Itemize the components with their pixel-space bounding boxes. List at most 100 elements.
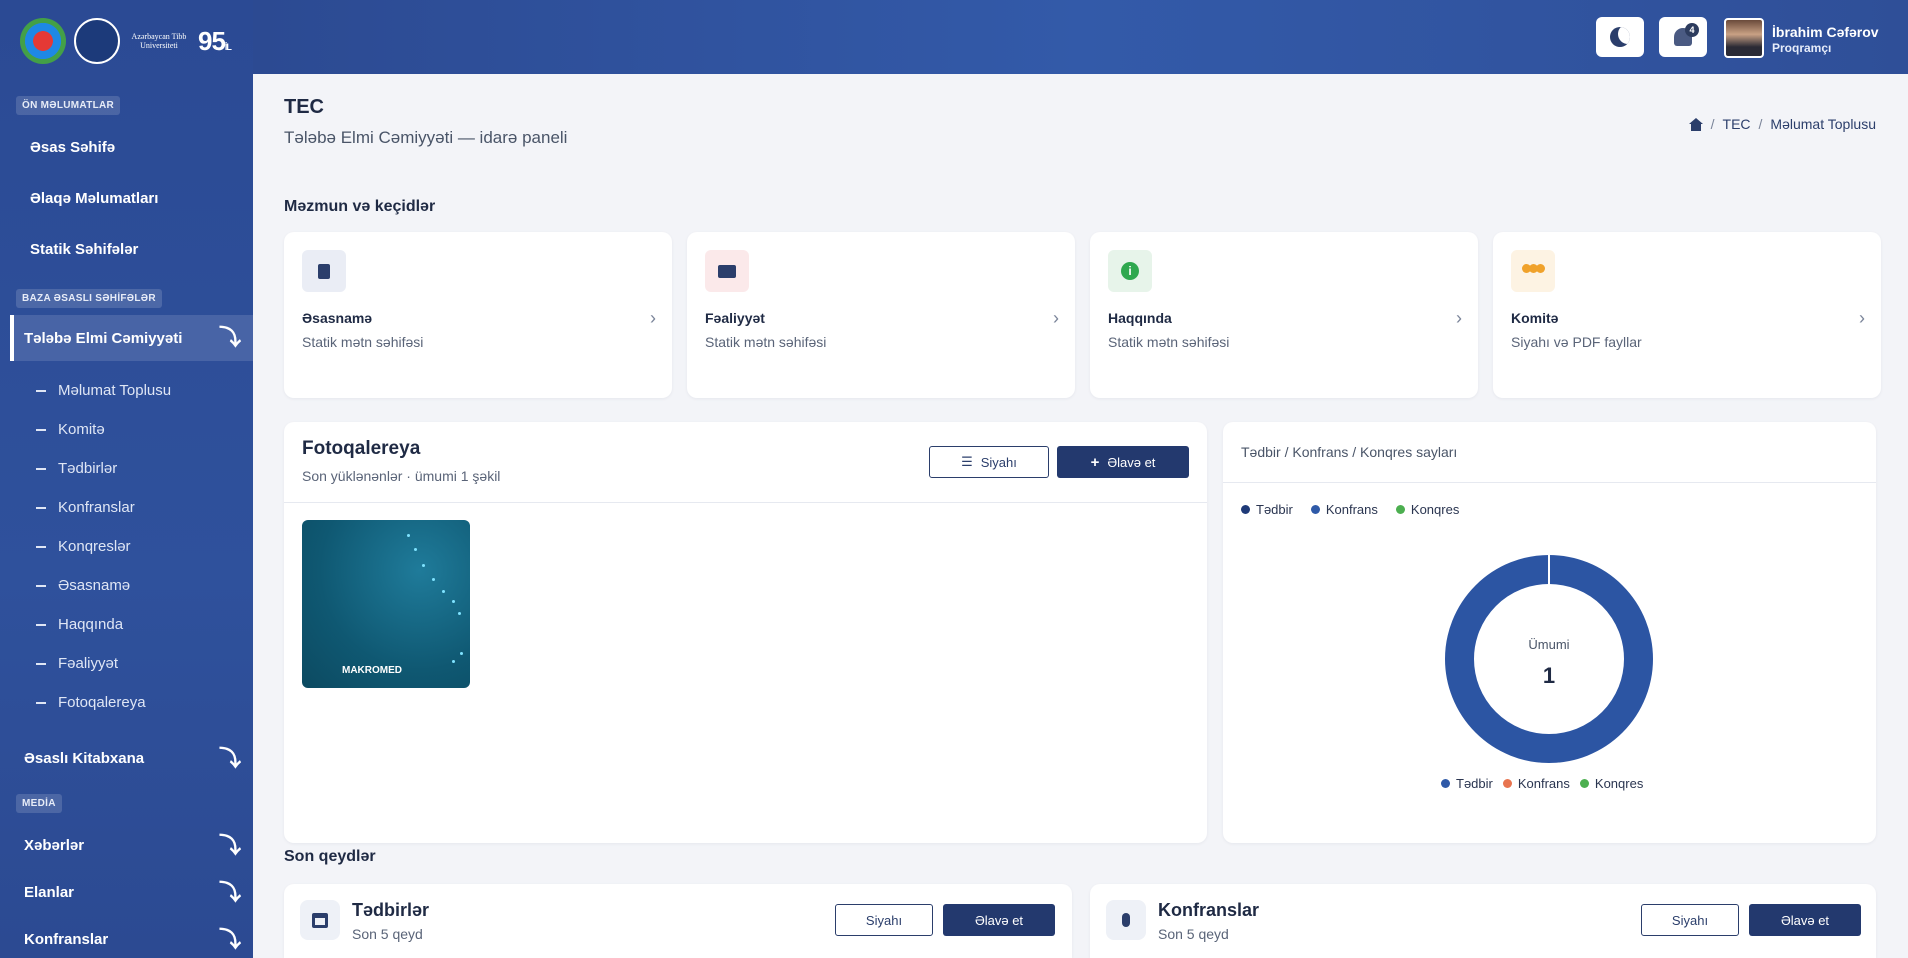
thumbnail-watermark: MAKROMED	[342, 665, 402, 676]
section-label-media: MEDİA	[16, 794, 62, 813]
sidebar-subitem-congresses[interactable]: Konqreslər	[36, 538, 131, 555]
chart-title: Tədbir / Konfrans / Konqres sayları	[1241, 444, 1458, 460]
sidebar-subitem-committee[interactable]: Komitə	[36, 421, 105, 438]
conferences-add-button[interactable]: Əlavə et	[1749, 904, 1861, 936]
sidebar-item-news[interactable]: Xəbərlər ⤵	[24, 835, 253, 857]
section-label-info: ÖN MƏLUMATLAR	[16, 96, 121, 115]
expand-arrow-icon[interactable]: ⤵	[219, 327, 241, 349]
legend-item-0[interactable]: Tədbir	[1441, 776, 1493, 791]
plus-icon: +	[1090, 453, 1100, 471]
legend-label: Konfrans	[1325, 502, 1378, 517]
microphone-icon	[1106, 900, 1146, 940]
sidebar-item-contact[interactable]: Əlaqə Məlumatları	[30, 190, 158, 207]
document-icon	[302, 250, 346, 292]
list-icon: ☰	[961, 454, 973, 469]
legend-item-2[interactable]: Konqres	[1395, 502, 1460, 517]
theme-toggle-button[interactable]	[1596, 17, 1644, 57]
breadcrumb-current: Məlumat Toplusu	[1770, 116, 1876, 132]
gallery-subtitle: Son yüklənənlər · ümumi 1 şəkil	[302, 468, 501, 484]
gallery-card: Fotoqalereya Son yüklənənlər · ümumi 1 ş…	[284, 422, 1207, 843]
expand-arrow-icon[interactable]: ⤵	[219, 882, 241, 904]
expand-arrow-icon[interactable]: ⤵	[219, 929, 241, 951]
legend-label: Tədbir	[1456, 776, 1493, 791]
chart-legend-bottom: Tədbir Konfrans Konqres	[1441, 776, 1643, 791]
user-name[interactable]: İbrahim Cəfərov	[1772, 24, 1879, 40]
stats-chart-card: Tədbir / Konfrans / Konqres sayları Tədb…	[1223, 422, 1876, 843]
breadcrumb: / TEC / Məlumat Toplusu	[1688, 116, 1876, 132]
chevron-right-icon: ›	[1456, 308, 1462, 328]
azerbaijan-emblem-icon	[20, 18, 66, 64]
chevron-right-icon: ›	[650, 308, 656, 328]
link-card-committee[interactable]: Komitə Siyahı və PDF fayllar ›	[1493, 232, 1881, 398]
logo[interactable]: Azərbaycan Tibb Universiteti 95İL	[20, 18, 232, 64]
sidebar-item-static-pages[interactable]: Statik Səhifələr	[30, 241, 138, 258]
link-card-about[interactable]: i Haqqında Statik mətn səhifəsi ›	[1090, 232, 1478, 398]
events-add-button[interactable]: Əlavə et	[943, 904, 1055, 936]
legend-item-2[interactable]: Konqres	[1579, 776, 1644, 791]
donut-slice-0[interactable]	[1445, 555, 1653, 763]
gallery-thumbnail[interactable]: MAKROMED	[302, 520, 470, 688]
university-seal-icon	[74, 18, 120, 64]
sidebar-subitem-events[interactable]: Tədbirlər	[36, 460, 117, 477]
sidebar-item-media-conferences[interactable]: Konfranslar ⤵	[24, 929, 253, 951]
info-icon: i	[1108, 250, 1152, 292]
sidebar-subitem-conferences[interactable]: Konfranslar	[36, 499, 135, 516]
users-icon	[1511, 250, 1555, 292]
recent-card-conferences: Konfranslar Son 5 qeyd Siyahı Əlavə et	[1090, 884, 1876, 958]
notifications-button[interactable]: 4	[1659, 17, 1707, 57]
recent-card-events: Tədbirlər Son 5 qeyd Siyahı Əlavə et	[284, 884, 1072, 958]
expand-arrow-icon[interactable]: ⤵	[219, 835, 241, 857]
conferences-list-button[interactable]: Siyahı	[1641, 904, 1739, 936]
user-role: Proqramçı	[1772, 41, 1832, 55]
gallery-list-button[interactable]: ☰ Siyahı	[929, 446, 1049, 478]
legend-item-1[interactable]: Konfrans	[1502, 776, 1570, 791]
section-label-db-pages: BAZA ƏSASLI SƏHİFƏLƏR	[16, 289, 162, 308]
chevron-right-icon: ›	[1053, 308, 1059, 328]
legend-swatch	[1441, 779, 1450, 788]
legend-swatch	[1395, 505, 1405, 514]
recent-section-title: Son qeydlər	[284, 848, 376, 865]
sidebar-item-announcements[interactable]: Elanlar ⤵	[24, 882, 253, 904]
legend-label: Tədbir	[1256, 502, 1293, 517]
sidebar-item-tec-label: Tələbə Elmi Cəmiyyəti	[24, 329, 183, 347]
donut-center-label: Ümumi	[1528, 637, 1569, 652]
sidebar-item-library[interactable]: Əsaslı Kitabxana ⤵	[24, 748, 253, 770]
legend-label: Konqres	[1410, 502, 1460, 517]
sidebar-item-tec[interactable]: Tələbə Elmi Cəmiyyəti ⤵	[10, 315, 253, 361]
logo-anniversary: 95İL	[198, 25, 232, 56]
sidebar-item-home[interactable]: Əsas Səhifə	[30, 139, 115, 156]
calendar-icon	[300, 900, 340, 940]
chart-legend-top: Tədbir Konfrans Konqres	[1241, 502, 1459, 517]
gallery-add-button[interactable]: + Əlavə et	[1057, 446, 1189, 478]
legend-label: Konqres	[1594, 776, 1644, 791]
legend-swatch	[1310, 505, 1320, 514]
legend-swatch	[1502, 779, 1512, 788]
sidebar-subitem-gallery[interactable]: Fotoqalereya	[36, 694, 146, 711]
briefcase-icon	[705, 250, 749, 292]
sidebar-subitem-activity[interactable]: Fəaliyyət	[36, 655, 118, 672]
link-card-activity[interactable]: Fəaliyyət Statik mətn səhifəsi ›	[687, 232, 1075, 398]
gallery-title: Fotoqalereya	[302, 438, 421, 459]
breadcrumb-tec[interactable]: TEC	[1723, 116, 1751, 132]
sidebar-subitem-statute[interactable]: Əsasnamə	[36, 577, 130, 594]
legend-item-0[interactable]: Tədbir	[1241, 502, 1293, 517]
donut-center-value: 1	[1543, 663, 1555, 688]
sidebar-subitem-about[interactable]: Haqqında	[36, 616, 123, 633]
legend-swatch	[1241, 505, 1250, 514]
avatar[interactable]	[1724, 18, 1764, 58]
notification-count-badge: 4	[1685, 23, 1699, 37]
legend-item-1[interactable]: Konfrans	[1310, 502, 1378, 517]
chevron-right-icon: ›	[1859, 308, 1865, 328]
legend-label: Konfrans	[1517, 776, 1570, 791]
legend-swatch	[1579, 779, 1589, 788]
sidebar-subitem-data-collection[interactable]: Məlumat Toplusu	[36, 382, 171, 399]
events-list-button[interactable]: Siyahı	[835, 904, 933, 936]
links-section-title: Məzmun və keçidlər	[284, 198, 436, 215]
link-card-statute[interactable]: Əsasnamə Statik mətn səhifəsi ›	[284, 232, 672, 398]
home-icon[interactable]	[1688, 117, 1703, 131]
expand-arrow-icon[interactable]: ⤵	[219, 748, 241, 770]
sidebar: Azərbaycan Tibb Universiteti 95İL ÖN MƏL…	[0, 0, 253, 958]
page-subtitle: Tələbə Elmi Cəmiyyəti — idarə paneli	[284, 128, 568, 147]
page-title: TEC	[284, 96, 324, 118]
logo-university-text: Azərbaycan Tibb Universiteti	[131, 32, 187, 50]
